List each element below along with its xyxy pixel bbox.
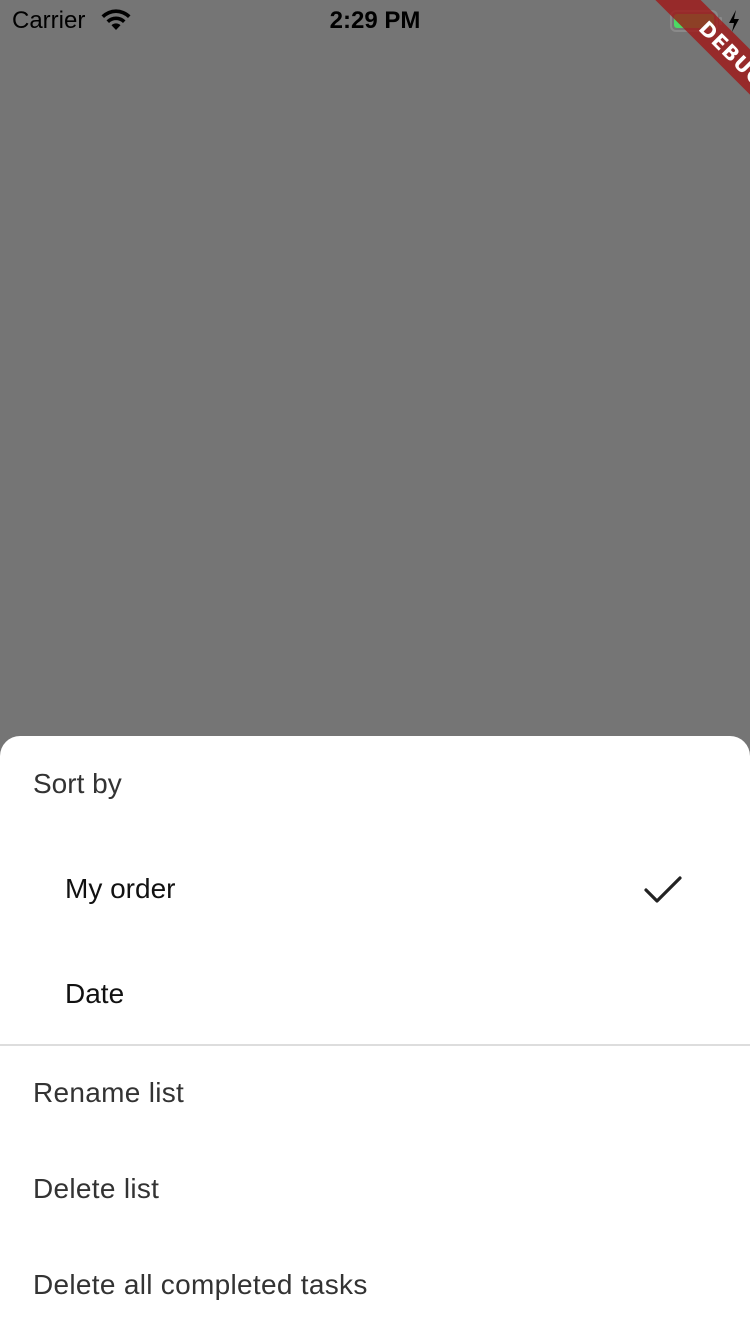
delete-list-action[interactable]: Delete list (0, 1142, 750, 1238)
action-label: Delete all completed tasks (33, 1269, 368, 1300)
check-icon (644, 876, 682, 903)
sort-by-heading: Sort by (33, 768, 122, 799)
sort-option-my-order[interactable]: My order (0, 837, 750, 942)
rename-list-action[interactable]: Rename list (0, 1046, 750, 1142)
battery-charging-icon (670, 10, 722, 32)
status-bar: Carrier 2:29 PM (0, 0, 750, 40)
sort-option-date[interactable]: Date (0, 942, 750, 1047)
action-label: Delete list (33, 1173, 160, 1204)
clock: 2:29 PM (329, 7, 421, 34)
sort-option-label: Date (65, 978, 125, 1009)
delete-completed-tasks-action[interactable]: Delete all completed tasks (0, 1238, 750, 1334)
bottom-sheet: Sort by My order Date Rename list Delete… (0, 736, 750, 1334)
sort-option-label: My order (65, 873, 176, 904)
bolt-icon (729, 10, 739, 32)
action-label: Rename list (33, 1077, 185, 1108)
